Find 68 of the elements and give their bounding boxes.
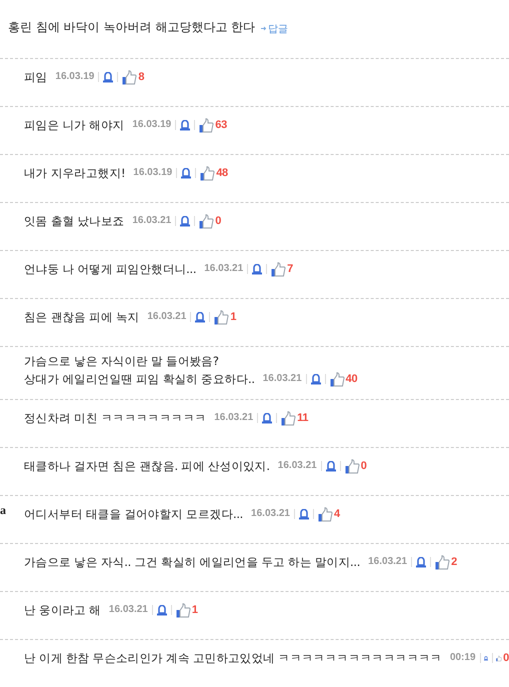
comment-date: 00:19	[450, 651, 476, 665]
bell-icon[interactable]	[181, 168, 192, 178]
comment-text: 어디서부터 태클을 걸어야할지 모르겠다...	[24, 506, 244, 523]
like-count: 1	[192, 603, 198, 618]
thumbs-up-icon[interactable]	[344, 458, 360, 474]
post-text: 홍린 침에 바닥이 녹아버려 해고당했다고 한다	[8, 19, 256, 36]
thumbs-up-icon[interactable]	[122, 70, 138, 84]
bell-icon[interactable]	[416, 556, 426, 568]
bell-icon[interactable]	[195, 312, 206, 322]
like-count: 48	[216, 166, 228, 181]
bell-icon[interactable]	[180, 120, 190, 130]
comment-date: 16.03.21	[132, 214, 172, 228]
thumbs-up-icon[interactable]	[330, 372, 345, 386]
bell-icon[interactable]	[310, 374, 321, 384]
like-count: 8	[138, 70, 144, 85]
like-count: 2	[451, 555, 457, 570]
comment-text: 난 이게 한참 무슨소리인가 계속 고민하고있었네 ㅋㅋㅋㅋㅋㅋㅋㅋㅋㅋㅋㅋㅋㅋ	[24, 650, 442, 667]
thumbs-up-icon[interactable]	[176, 602, 191, 618]
like-count: 63	[215, 118, 227, 133]
comment-text: 피임	[24, 69, 48, 86]
like-count: 40	[346, 372, 358, 387]
thumbs-up-icon[interactable]	[281, 410, 296, 426]
thumbs-up-icon[interactable]	[318, 506, 333, 522]
thumbs-up-icon[interactable]	[200, 166, 216, 180]
thumbs-up-icon[interactable]	[199, 214, 214, 228]
comment-text: 내가 지우라고했지!	[24, 165, 126, 182]
like-count: 0	[215, 214, 222, 229]
bell-icon[interactable]	[298, 508, 309, 520]
comment-text: 잇몸 출혈 났나보죠	[24, 213, 124, 230]
bell-icon[interactable]	[156, 604, 167, 616]
like-count: 0	[503, 651, 509, 666]
side-text: a	[0, 503, 6, 518]
comment-text: 피임은 니가 해야지	[24, 117, 124, 134]
comment-date: 16.03.21	[214, 411, 254, 425]
reply-link[interactable]: 답글	[261, 22, 288, 36]
comment-text: 난 웅이라고 해	[24, 602, 101, 619]
comment-text: 침은 괜찮음 피에 녹지	[24, 309, 140, 326]
comment-date: 16.03.21	[262, 372, 302, 386]
comment-date: 16.03.21	[108, 603, 148, 617]
comment-date: 16.03.21	[251, 507, 290, 521]
comment-date: 16.03.19	[132, 118, 172, 132]
like-count: 11	[297, 411, 308, 426]
comment-date: 16.03.21	[278, 459, 317, 473]
comment-text: 가슴으로 낳은 자식이란 말 들어봤음?	[24, 353, 220, 370]
like-count: 4	[334, 507, 340, 522]
like-count: 0	[360, 459, 367, 474]
bell-icon[interactable]	[252, 264, 262, 274]
bell-icon[interactable]	[262, 412, 272, 424]
thumbs-up-icon[interactable]	[271, 262, 286, 276]
comment-date: 16.03.19	[133, 166, 172, 180]
comment-text: 정신차려 미친 ㅋㅋㅋㅋㅋㅋㅋㅋㅋ	[24, 410, 206, 427]
arrow-icon	[261, 26, 266, 30]
like-count: 1	[230, 310, 236, 325]
comment-date: 16.03.21	[368, 555, 408, 569]
comment-text: 태클하나 걸자면 침은 괜찮음. 피에 산성이있지.	[24, 458, 270, 475]
thumbs-up-icon[interactable]	[199, 118, 214, 132]
comment-text: 언냐둥 나 어떻게 피임안했더니...	[24, 261, 196, 278]
bell-icon[interactable]	[103, 72, 114, 82]
comment-date: 16.03.21	[204, 262, 244, 276]
comment-date: 16.03.19	[55, 70, 94, 84]
comment-text: 상대가 에일리언일땐 피임 확실히 중요하다..	[24, 371, 255, 388]
bell-icon[interactable]	[180, 216, 190, 226]
thumbs-up-icon[interactable]	[214, 310, 230, 324]
thumbs-up-icon[interactable]	[435, 554, 450, 570]
comment-text: 가슴으로 낳은 자식.. 그건 확실히 에일리언을 두고 하는 말이지...	[24, 554, 360, 571]
comment-date: 16.03.21	[147, 310, 186, 324]
bell-icon[interactable]	[326, 460, 336, 472]
like-count: 7	[287, 262, 293, 277]
